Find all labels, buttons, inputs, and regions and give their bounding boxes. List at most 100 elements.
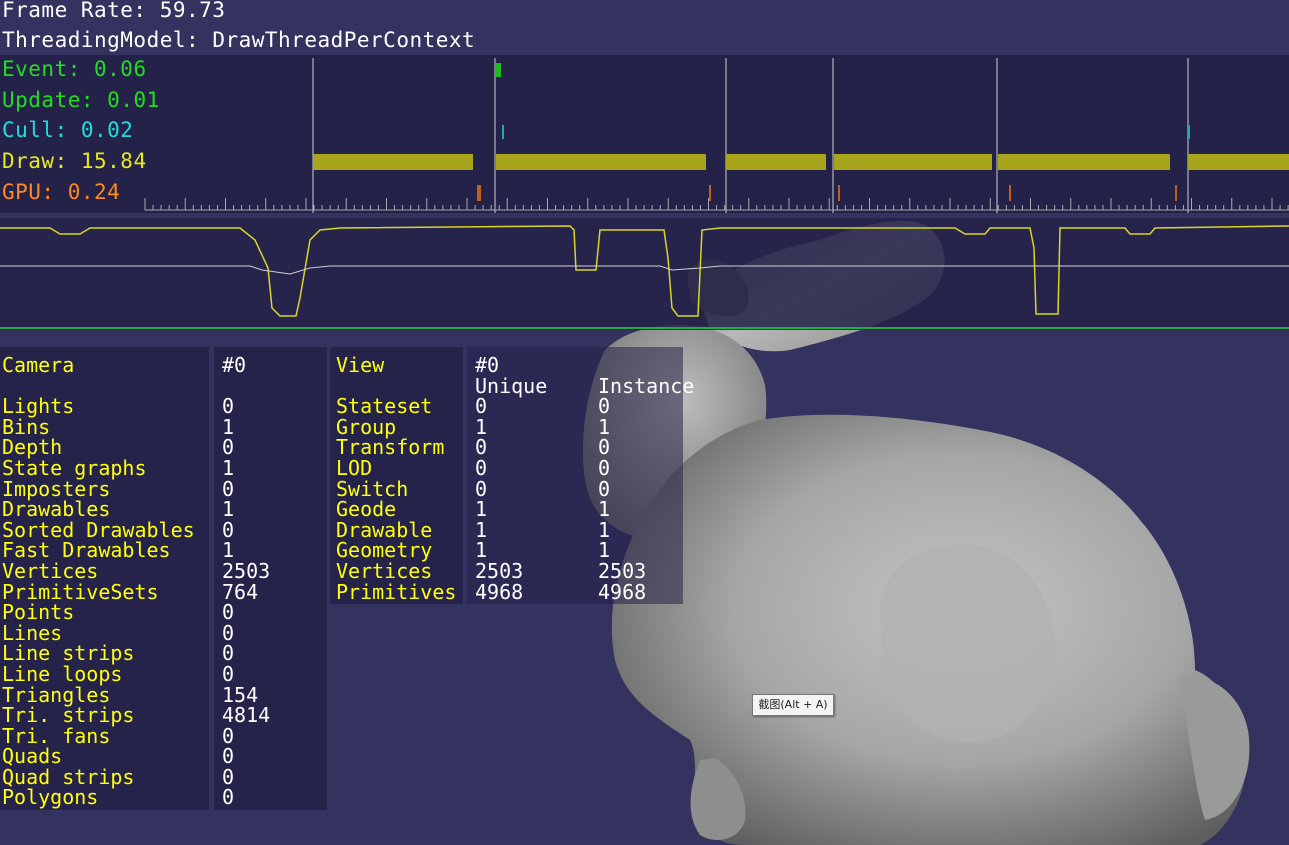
- camera-stat-label: State graphs: [2, 455, 147, 480]
- view-unique-value: 0: [475, 435, 488, 460]
- screenshot-tooltip: 截图(Alt + A): [752, 694, 834, 716]
- camera-stat-value: 0: [222, 600, 235, 625]
- view-instance-value: 4968: [598, 579, 647, 604]
- camera-stat-label: PrimitiveSets: [2, 579, 159, 604]
- frame-rate-readout: Frame Rate: 59.73: [2, 0, 225, 21]
- camera-stat-label: Depth: [2, 435, 63, 460]
- camera-stat-value: 0: [222, 620, 235, 645]
- view-unique-value: 1: [475, 538, 488, 563]
- camera-stat-value: 0: [222, 394, 235, 419]
- camera-stat-value: 4814: [222, 703, 271, 728]
- view-instance-value: 1: [598, 414, 611, 439]
- camera-stat-label: Points: [2, 600, 75, 625]
- threading-model-readout: ThreadingModel: DrawThreadPerContext: [2, 30, 475, 51]
- camera-stat-label: Line loops: [2, 661, 123, 686]
- gpu-timing: GPU: 0.24: [2, 180, 121, 204]
- cull-timing: Cull: 0.02: [2, 118, 134, 142]
- camera-stat-value: 0: [222, 785, 235, 810]
- camera-title: Camera: [2, 353, 75, 377]
- camera-stat-value: 0: [222, 435, 235, 460]
- frame-rate-label: Frame Rate:: [2, 0, 147, 22]
- camera-stat-value: 2503: [222, 558, 271, 583]
- camera-stat-value: 1: [222, 497, 235, 522]
- camera-stats-labels: Camera Lights Bins Depth State graphs Im…: [2, 355, 195, 808]
- view-unique-value: 1: [475, 517, 488, 542]
- camera-stat-value: 0: [222, 661, 235, 686]
- view-instance-value: 2503: [598, 558, 647, 583]
- view-stat-label: Stateset: [336, 394, 433, 419]
- timing-graph: [144, 58, 1289, 213]
- event-timing: Event: 0.06: [2, 57, 147, 81]
- view-instance-value: 0: [598, 435, 611, 460]
- camera-stat-label: Bins: [2, 414, 51, 439]
- gpu-bar: [1009, 185, 1011, 201]
- view-unique-value: 0: [475, 394, 488, 419]
- view-unique-value: 4968: [475, 579, 524, 604]
- view-instance-value: 1: [598, 497, 611, 522]
- draw-bar: [726, 154, 826, 170]
- threading-model-label: ThreadingModel:: [2, 28, 200, 52]
- frame-rate-value: 59.73: [159, 0, 226, 22]
- cull-bar: [502, 125, 504, 139]
- gpu-bar: [709, 185, 711, 201]
- camera-stat-value: 154: [222, 682, 259, 707]
- instance-column-header: Instance: [598, 373, 695, 398]
- view-unique-value: 2503: [475, 558, 524, 583]
- draw-bar: [313, 154, 473, 170]
- camera-stat-value: 1: [222, 455, 235, 480]
- camera-stat-label: Sorted Drawables: [2, 517, 195, 542]
- view-unique-value: 0: [475, 476, 488, 501]
- camera-stat-value: 0: [222, 723, 235, 748]
- view-stat-label: Primitives: [336, 579, 457, 604]
- gpu-bar: [838, 185, 840, 201]
- camera-stat-label: Line strips: [2, 641, 135, 666]
- view-stat-label: Geometry: [336, 538, 433, 563]
- tick-marks: [144, 198, 1289, 210]
- view-unique-values: #0 Unique 0 1 0 0 0 1 1 1 2503 4968: [475, 355, 547, 602]
- draw-bar: [1188, 154, 1289, 170]
- view-unique-value: 1: [475, 497, 488, 522]
- camera-stat-label: Lights: [2, 394, 75, 419]
- gpu-bar: [477, 185, 481, 201]
- threading-model-value: DrawThreadPerContext: [212, 28, 476, 52]
- camera-stat-label: Fast Drawables: [2, 538, 171, 563]
- view-title: View: [336, 353, 385, 377]
- view-unique-value: 1: [475, 414, 488, 439]
- timing-labels: Event: 0.06 Update: 0.01 Cull: 0.02 Draw…: [2, 59, 160, 212]
- view-instance-value: 0: [598, 455, 611, 480]
- view-stat-label: Vertices: [336, 558, 433, 583]
- baseline-line: [0, 265, 1289, 275]
- unique-column-header: Unique: [475, 373, 548, 398]
- view-stat-label: Transform: [336, 435, 445, 460]
- camera-stat-label: Imposters: [2, 476, 111, 501]
- camera-stat-label: Lines: [2, 620, 63, 645]
- view-instance-value: 1: [598, 538, 611, 563]
- view-stat-label: Switch: [336, 476, 409, 501]
- camera-stats-values: #0 0 1 0 1 0 1 0 1 2503 764 0 0 0 0 154 …: [222, 355, 270, 808]
- view-unique-value: 0: [475, 455, 488, 480]
- camera-stat-label: Quad strips: [2, 764, 135, 789]
- event-bar: [496, 63, 501, 77]
- camera-stat-value: 1: [222, 414, 235, 439]
- camera-stat-value: 0: [222, 641, 235, 666]
- view-stat-label: LOD: [336, 455, 373, 480]
- frame-time-line-graph: [0, 225, 1289, 329]
- draw-timing: Draw: 15.84: [2, 149, 147, 173]
- view-instance-value: 1: [598, 517, 611, 542]
- camera-stat-label: Triangles: [2, 682, 111, 707]
- update-timing: Update: 0.01: [2, 88, 160, 112]
- camera-stat-label: Quads: [2, 744, 63, 769]
- gpu-bar: [1175, 185, 1177, 201]
- camera-stat-label: Vertices: [2, 558, 99, 583]
- view-instance-value: 0: [598, 476, 611, 501]
- camera-stat-value: 0: [222, 764, 235, 789]
- draw-bar: [496, 154, 706, 170]
- camera-stat-label: Polygons: [2, 785, 99, 810]
- camera-stat-label: Drawables: [2, 497, 111, 522]
- camera-stat-value: 0: [222, 476, 235, 501]
- draw-time-line: [0, 225, 1289, 317]
- camera-id: #0: [222, 353, 247, 377]
- camera-stat-label: Tri. strips: [2, 703, 135, 728]
- view-stats-labels: View Stateset Group Transform LOD Switch…: [336, 355, 456, 602]
- draw-bar: [834, 154, 992, 170]
